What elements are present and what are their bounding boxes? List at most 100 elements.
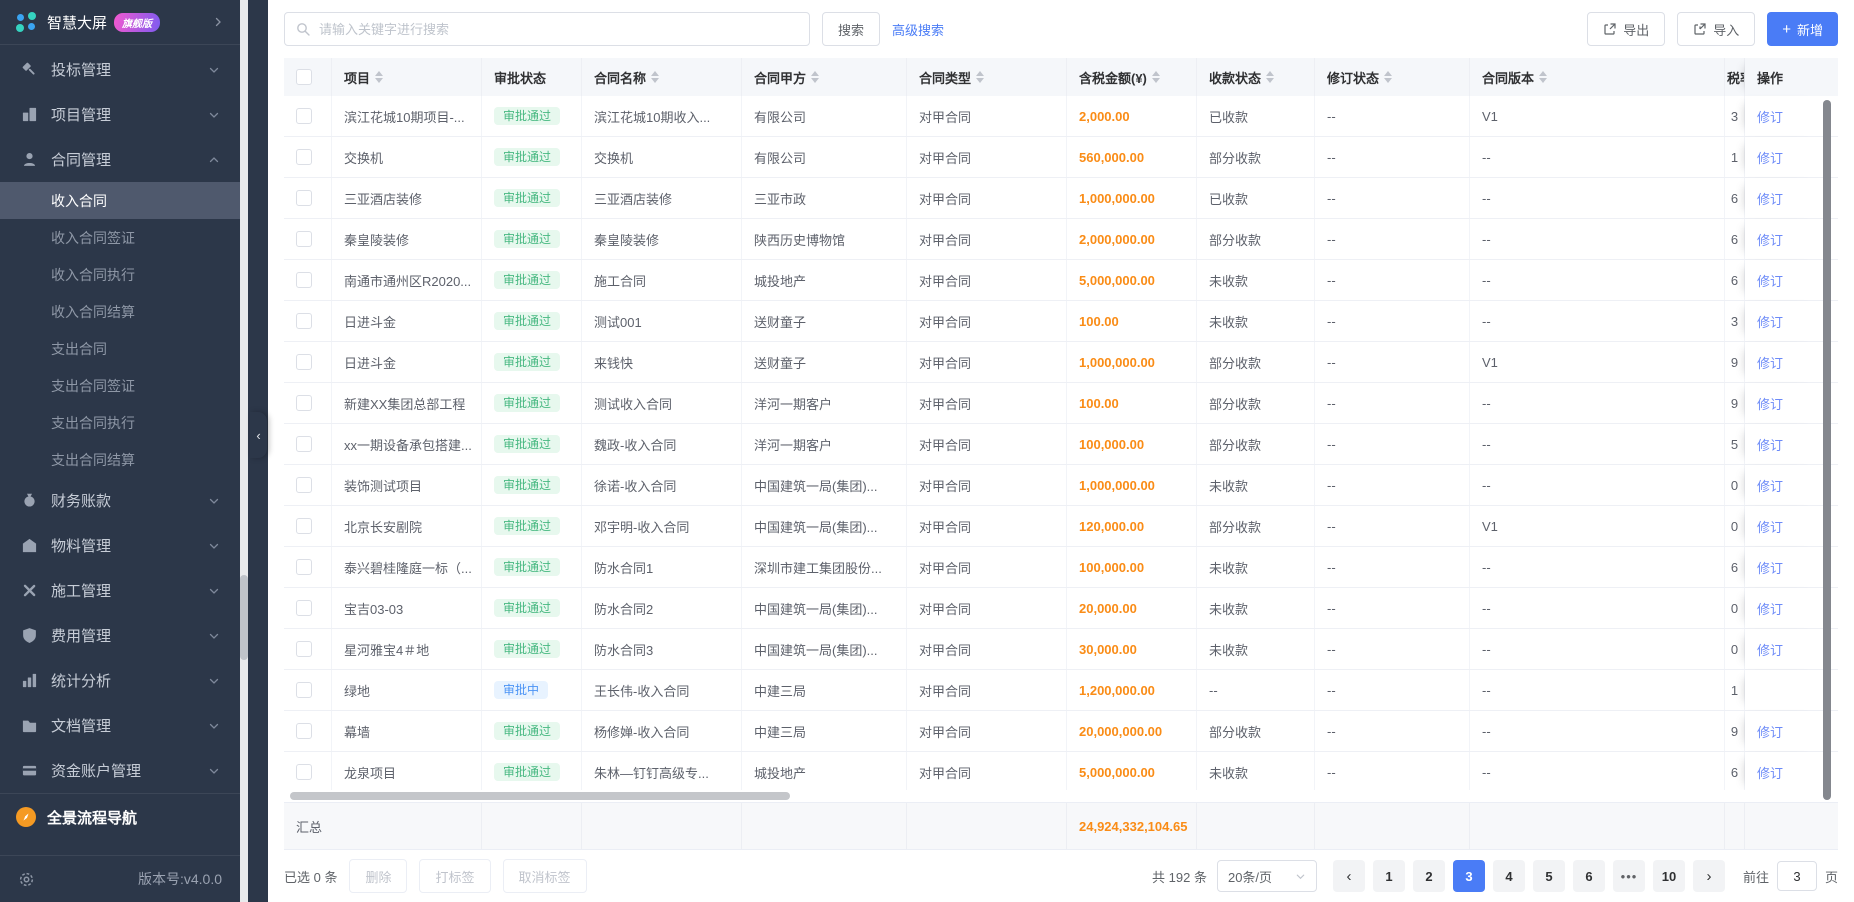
sort-icon[interactable] — [976, 71, 984, 83]
tag-button[interactable]: 打标签 — [419, 859, 490, 893]
revise-link[interactable]: 修订 — [1757, 230, 1783, 249]
row-checkbox[interactable] — [296, 764, 312, 780]
sidebar-item-stats[interactable]: 统计分析 — [0, 658, 240, 703]
column-header-amount[interactable]: 含税金额(¥) — [1067, 58, 1197, 96]
sort-icon[interactable] — [1539, 71, 1547, 83]
cell-tax: 0 — [1725, 506, 1745, 546]
vertical-scrollbar-thumb[interactable] — [1823, 100, 1831, 800]
sidebar-item-contract[interactable]: 合同管理 — [0, 137, 240, 182]
page-button-3[interactable]: 3 — [1453, 860, 1485, 892]
pager-next[interactable]: › — [1693, 860, 1725, 892]
sidebar-logo-row[interactable]: 智慧大屏 旗舰版 — [0, 0, 240, 45]
revise-link[interactable]: 修订 — [1757, 312, 1783, 331]
row-checkbox[interactable] — [296, 313, 312, 329]
sidebar-item-folder[interactable]: 文档管理 — [0, 703, 240, 748]
row-checkbox[interactable] — [296, 231, 312, 247]
sidebar-item-construction[interactable]: 施工管理 — [0, 568, 240, 613]
add-button[interactable]: + 新增 — [1767, 12, 1838, 46]
revise-link[interactable]: 修订 — [1757, 107, 1783, 126]
page-size-select[interactable]: 20条/页 — [1217, 860, 1317, 892]
column-header-revision[interactable]: 修订状态 — [1315, 58, 1470, 96]
sidebar-scrollbar-thumb[interactable] — [240, 575, 248, 660]
sort-icon[interactable] — [651, 71, 659, 83]
page-button-10[interactable]: 10 — [1653, 860, 1685, 892]
row-checkbox[interactable] — [296, 641, 312, 657]
export-button[interactable]: 导出 — [1587, 12, 1665, 46]
row-checkbox[interactable] — [296, 395, 312, 411]
row-checkbox[interactable] — [296, 518, 312, 534]
column-header-project[interactable]: 项目 — [332, 58, 482, 96]
sidebar-item-panorama[interactable]: 全景流程导航 — [0, 793, 240, 840]
sidebar-subitem[interactable]: 收入合同签证 — [0, 219, 240, 256]
revise-link[interactable]: 修订 — [1757, 517, 1783, 536]
sort-icon[interactable] — [811, 71, 819, 83]
revise-link[interactable]: 修订 — [1757, 640, 1783, 659]
revise-link[interactable]: 修订 — [1757, 189, 1783, 208]
import-button[interactable]: 导入 — [1677, 12, 1755, 46]
row-checkbox[interactable] — [296, 190, 312, 206]
sidebar-item-expense[interactable]: 费用管理 — [0, 613, 240, 658]
revise-link[interactable]: 修订 — [1757, 476, 1783, 495]
row-checkbox[interactable] — [296, 272, 312, 288]
revise-link[interactable]: 修订 — [1757, 558, 1783, 577]
row-checkbox[interactable] — [296, 108, 312, 124]
search-input[interactable] — [317, 21, 798, 38]
revise-link[interactable]: 修订 — [1757, 394, 1783, 413]
revise-link[interactable]: 修订 — [1757, 763, 1783, 782]
page-button-5[interactable]: 5 — [1533, 860, 1565, 892]
page-button-6[interactable]: 6 — [1573, 860, 1605, 892]
revise-link[interactable]: 修订 — [1757, 722, 1783, 741]
cell-project: 三亚酒店装修 — [332, 178, 482, 218]
chevron-right-icon[interactable] — [212, 16, 224, 28]
sidebar-subitem[interactable]: 收入合同 — [0, 182, 240, 219]
pager-prev[interactable]: ‹ — [1333, 860, 1365, 892]
sort-icon[interactable] — [375, 71, 383, 83]
advanced-search-link[interactable]: 高级搜索 — [892, 20, 944, 39]
column-header-name[interactable]: 合同名称 — [582, 58, 742, 96]
sidebar-subitem[interactable]: 支出合同 — [0, 330, 240, 367]
sort-icon[interactable] — [1384, 71, 1392, 83]
page-button-2[interactable]: 2 — [1413, 860, 1445, 892]
goto-page-input[interactable] — [1777, 861, 1817, 891]
sidebar-item-account[interactable]: 资金账户管理 — [0, 748, 240, 793]
sidebar-subitem[interactable]: 收入合同执行 — [0, 256, 240, 293]
row-checkbox[interactable] — [296, 354, 312, 370]
column-header-payment[interactable]: 收款状态 — [1197, 58, 1315, 96]
column-header-version[interactable]: 合同版本 — [1470, 58, 1725, 96]
row-checkbox[interactable] — [296, 682, 312, 698]
horizontal-scrollbar-thumb[interactable] — [290, 792, 790, 800]
sidebar-item-building[interactable]: 项目管理 — [0, 92, 240, 137]
row-checkbox[interactable] — [296, 436, 312, 452]
search-box[interactable] — [284, 12, 810, 46]
gear-icon[interactable] — [18, 871, 35, 888]
sidebar-collapse-handle[interactable]: ‹ — [250, 412, 267, 458]
row-checkbox[interactable] — [296, 723, 312, 739]
revise-link[interactable]: 修订 — [1757, 599, 1783, 618]
sidebar-subitem[interactable]: 支出合同结算 — [0, 441, 240, 478]
revise-link[interactable]: 修订 — [1757, 148, 1783, 167]
column-header-party[interactable]: 合同甲方 — [742, 58, 907, 96]
pager-ellipsis[interactable]: ••• — [1613, 860, 1645, 892]
column-header-type[interactable]: 合同类型 — [907, 58, 1067, 96]
revise-link[interactable]: 修订 — [1757, 435, 1783, 454]
revise-link[interactable]: 修订 — [1757, 271, 1783, 290]
row-checkbox[interactable] — [296, 477, 312, 493]
untag-button[interactable]: 取消标签 — [503, 859, 587, 893]
sidebar-item-gavel[interactable]: 投标管理 — [0, 47, 240, 92]
sidebar-subitem[interactable]: 支出合同执行 — [0, 404, 240, 441]
page-button-1[interactable]: 1 — [1373, 860, 1405, 892]
sort-icon[interactable] — [1266, 71, 1274, 83]
sidebar-item-finance[interactable]: 财务账款 — [0, 478, 240, 523]
sort-icon[interactable] — [1152, 71, 1160, 83]
row-checkbox[interactable] — [296, 600, 312, 616]
sidebar-subitem[interactable]: 收入合同结算 — [0, 293, 240, 330]
revise-link[interactable]: 修订 — [1757, 353, 1783, 372]
search-button[interactable]: 搜索 — [822, 12, 880, 46]
sidebar-item-material[interactable]: 物料管理 — [0, 523, 240, 568]
row-checkbox[interactable] — [296, 149, 312, 165]
sidebar-subitem[interactable]: 支出合同签证 — [0, 367, 240, 404]
select-all-checkbox[interactable] — [296, 69, 312, 85]
row-checkbox[interactable] — [296, 559, 312, 575]
page-button-4[interactable]: 4 — [1493, 860, 1525, 892]
delete-button[interactable]: 删除 — [349, 859, 407, 893]
